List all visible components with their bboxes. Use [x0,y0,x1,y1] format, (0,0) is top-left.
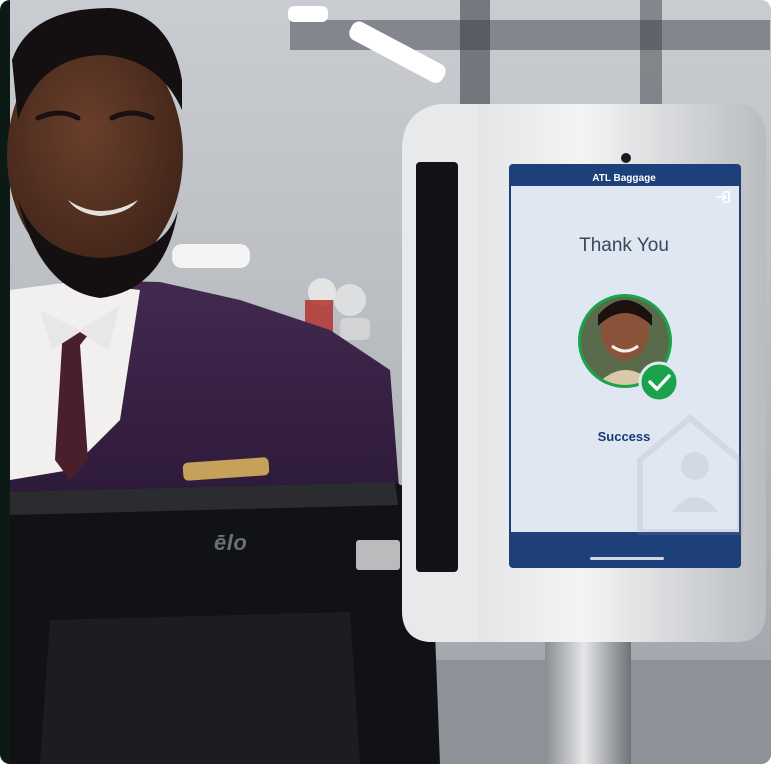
screen-heading: Thank You [579,235,669,256]
screen-status: Success [597,429,651,444]
kiosk-screen-title: ATL Baggage [592,173,656,184]
airport-kiosk-photo: ATL Baggage Thank You Success ēlo [0,0,771,764]
photo-scene [0,0,771,764]
checkmark-icon [638,361,680,403]
monitor-brand-logo: ēlo [214,530,248,555]
